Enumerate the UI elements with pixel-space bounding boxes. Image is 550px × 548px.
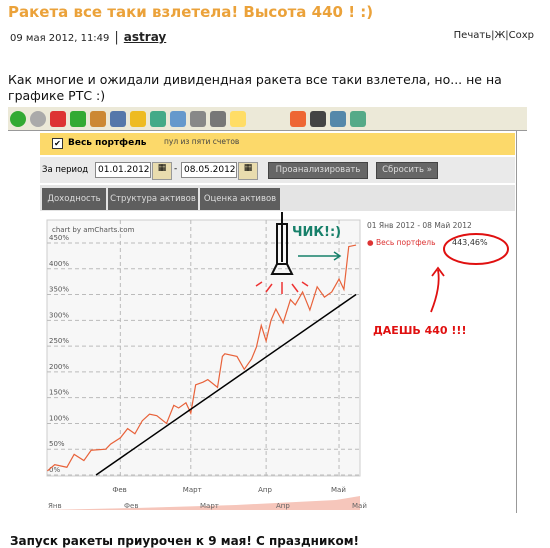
- portfolio-bar: ✔ Весь портфель пул из пяти счетов: [40, 133, 515, 155]
- x-tick-label: Май: [331, 486, 346, 494]
- tool-icon: [330, 110, 346, 127]
- favorites-icon: [130, 110, 146, 127]
- post-body: Как многие и ожидали дивидендная ракета …: [8, 72, 502, 103]
- save-link[interactable]: Сохр: [509, 30, 534, 41]
- post-title[interactable]: Ракета все таки взлетела! Высота 440 ! :…: [8, 3, 373, 21]
- date-to: 08.05.2012: [181, 162, 237, 178]
- lj-link[interactable]: Ж: [494, 30, 505, 41]
- edit-icon: [210, 110, 226, 127]
- back-icon: [10, 110, 26, 127]
- calendar-icon: ▦: [152, 162, 172, 180]
- forward-icon: [30, 110, 46, 127]
- post-footer: Запуск ракеты приурочен к 9 мая! С празд…: [10, 534, 360, 548]
- legend-series: ● Весь портфель: [367, 238, 436, 247]
- portfolio-label: Весь портфель: [68, 138, 147, 148]
- navigator-label: Фев: [124, 502, 138, 510]
- legend-range: 01 Янв 2012 - 08 Май 2012: [367, 221, 472, 230]
- home-icon: [90, 110, 106, 127]
- print-icon: [190, 110, 206, 127]
- red-arrow-icon: [430, 266, 445, 313]
- reset-button: Сбросить »: [376, 162, 438, 179]
- navigator-label: Май: [352, 502, 367, 510]
- print-link[interactable]: Печать: [454, 30, 491, 41]
- search-icon: [110, 110, 126, 127]
- x-tick-label: Фев: [112, 486, 126, 494]
- navigator-label: Март: [200, 502, 219, 510]
- navigator-label: Янв: [48, 502, 62, 510]
- refresh-icon: [70, 110, 86, 127]
- tab-yield: Доходность: [42, 188, 106, 210]
- y-tick-label: 0%: [49, 466, 60, 474]
- annotation-chik: ЧИК!:): [292, 225, 342, 240]
- y-tick-label: 400%: [49, 260, 69, 268]
- browser-toolbar-image: [8, 107, 527, 131]
- history-icon: [150, 110, 166, 127]
- app-icon: [310, 110, 326, 127]
- dash: -: [174, 164, 178, 174]
- legend-value: 443,46%: [452, 238, 488, 247]
- navigator-label: Апр: [276, 502, 290, 510]
- tab-valuation: Оценка активов: [200, 188, 280, 210]
- y-tick-label: 350%: [49, 286, 69, 294]
- note-icon: [230, 110, 246, 127]
- post-meta: 09 мая 2012, 11:49 | astray: [10, 30, 166, 45]
- y-tick-label: 300%: [49, 311, 69, 319]
- analyze-button: Проанализировать: [268, 162, 368, 179]
- y-tick-label: 450%: [49, 234, 69, 242]
- messenger-icon: [350, 110, 366, 127]
- mail-icon: [170, 110, 186, 127]
- calendar-icon: ▦: [238, 162, 258, 180]
- annotation-daesh: ДАЕШЬ 440 !!!: [373, 324, 467, 337]
- at-icon: [290, 110, 306, 127]
- yield-chart: 0% 50% 100% 150% 200% 250% 300% 350% 400% 450% Фев…: [44, 212, 509, 512]
- y-tick-label: 200%: [49, 363, 69, 371]
- tab-structure: Структура активов: [108, 188, 198, 210]
- y-tick-label: 250%: [49, 337, 69, 345]
- post-date: 09 мая 2012, 11:49: [10, 33, 110, 44]
- y-tick-label: 100%: [49, 414, 69, 422]
- author-link[interactable]: astray: [124, 30, 166, 44]
- chart-credit: chart by amCharts.com: [52, 226, 135, 234]
- tabs-row: Доходность Структура активов Оценка акти…: [40, 185, 515, 211]
- separator: |: [114, 30, 119, 45]
- y-tick-label: 150%: [49, 389, 69, 397]
- portfolio-note: пул из пяти счетов: [164, 137, 240, 146]
- x-tick-label: Апр: [258, 486, 272, 494]
- plot-area: [46, 219, 361, 477]
- period-row: За период 01.01.2012 ▦ - 08.05.2012 ▦ Пр…: [40, 157, 515, 183]
- post-actions: Печать|Ж|Сохр: [453, 30, 534, 41]
- checkbox: ✔: [52, 138, 63, 149]
- legend-series-label: Весь портфель: [375, 238, 436, 247]
- stop-icon: [50, 110, 66, 127]
- period-label: За период: [42, 165, 89, 175]
- y-tick-label: 50%: [49, 440, 65, 448]
- date-from: 01.01.2012: [95, 162, 151, 178]
- x-tick-label: Март: [183, 486, 202, 494]
